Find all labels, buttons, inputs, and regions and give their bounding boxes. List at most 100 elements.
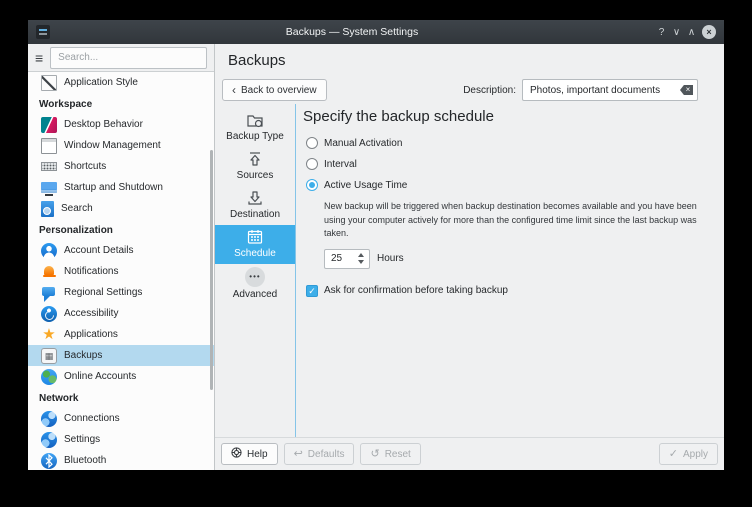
sidebar-scrollbar[interactable] [210, 150, 213, 390]
radio-icon [306, 137, 318, 149]
apply-button[interactable]: ✓ Apply [659, 443, 718, 465]
wizard-item-advanced[interactable]: ••• Advanced [215, 264, 295, 305]
sidebar-item-network-settings[interactable]: Settings [28, 429, 214, 450]
sidebar-item-label: Window Management [64, 140, 161, 151]
schedule-icon [246, 228, 264, 246]
destination-icon [246, 189, 264, 207]
radio-active-usage-time[interactable]: Active Usage Time [306, 179, 708, 191]
reset-button[interactable]: ↺ Reset [360, 443, 420, 465]
sidebar-item-accessibility[interactable]: Accessibility [28, 303, 214, 324]
wizard-item-label: Backup Type [226, 131, 284, 142]
sidebar-section-network: Network [28, 387, 214, 408]
radio-icon [306, 158, 318, 170]
help-icon [231, 447, 242, 461]
wizard-item-label: Destination [230, 209, 280, 220]
sidebar: ≡ Application Style Workspace Desktop Be… [28, 44, 215, 470]
sidebar-section-workspace: Workspace [28, 93, 214, 114]
wizard-item-label: Sources [237, 170, 274, 181]
radio-interval[interactable]: Interval [306, 158, 708, 170]
wizard-item-backup-type[interactable]: Backup Type [215, 108, 295, 147]
apply-icon: ✓ [669, 449, 678, 460]
titlebar[interactable]: Backups — System Settings ? ∨ ∧ × [28, 20, 724, 44]
sidebar-item-label: Account Details [64, 245, 133, 256]
sidebar-item-backups[interactable]: ▦ Backups [28, 345, 214, 366]
confirm-checkbox-label: Ask for confirmation before taking backu… [324, 285, 508, 296]
close-button[interactable]: × [702, 25, 716, 39]
sidebar-item-applications[interactable]: ★ Applications [28, 324, 214, 345]
toolbar: ‹ Back to overview Description: × [215, 76, 724, 104]
description-input[interactable] [522, 79, 698, 101]
sidebar-item-shortcuts[interactable]: Shortcuts [28, 156, 214, 177]
radio-label: Active Usage Time [324, 180, 407, 191]
back-to-overview-button[interactable]: ‹ Back to overview [222, 79, 327, 101]
hours-spinbox[interactable] [324, 249, 370, 269]
wizard-item-label: Advanced [233, 289, 277, 300]
backup-type-icon [246, 111, 264, 129]
sidebar-item-label: Online Accounts [64, 371, 136, 382]
wizard-item-schedule[interactable]: Schedule [215, 225, 295, 264]
sidebar-item-application-style[interactable]: Application Style [28, 72, 214, 93]
bluetooth-icon [41, 453, 57, 469]
hours-input[interactable] [325, 253, 349, 264]
sidebar-item-label: Backups [64, 350, 102, 361]
sidebar-item-search[interactable]: Search [28, 198, 214, 219]
sidebar-item-account-details[interactable]: Account Details [28, 240, 214, 261]
network-settings-icon [41, 432, 57, 448]
sidebar-item-desktop-behavior[interactable]: Desktop Behavior [28, 114, 214, 135]
wizard-nav: Backup Type Sources Destination [215, 104, 295, 437]
sidebar-item-bluetooth[interactable]: Bluetooth [28, 450, 214, 470]
accessibility-icon [41, 306, 57, 322]
regional-settings-icon [41, 285, 57, 301]
main-panel: Backups ‹ Back to overview Description: … [215, 44, 724, 470]
menu-icon[interactable]: ≡ [35, 51, 43, 65]
wizard-item-destination[interactable]: Destination [215, 186, 295, 225]
schedule-page: Specify the backup schedule Manual Activ… [296, 104, 724, 437]
help-button[interactable]: Help [221, 443, 278, 465]
advanced-icon: ••• [245, 267, 265, 287]
hours-unit-label: Hours [377, 253, 404, 264]
sidebar-item-label: Notifications [64, 266, 118, 277]
app-icon [36, 25, 50, 39]
sidebar-item-label: Application Style [64, 77, 138, 88]
radio-manual-activation[interactable]: Manual Activation [306, 137, 708, 149]
search-input[interactable] [50, 47, 207, 69]
desktop-behavior-icon [41, 117, 57, 133]
spin-down-icon[interactable] [358, 260, 364, 264]
wizard-item-sources[interactable]: Sources [215, 147, 295, 186]
reset-icon: ↺ [370, 449, 379, 460]
sidebar-item-regional-settings[interactable]: Regional Settings [28, 282, 214, 303]
spinner-arrows[interactable] [358, 253, 369, 264]
maximize-button[interactable]: ∧ [684, 27, 699, 38]
titlebar-help-button[interactable]: ? [654, 27, 669, 38]
description-label: Description: [463, 85, 522, 96]
back-chevron-icon: ‹ [232, 84, 236, 96]
account-details-icon [41, 243, 57, 259]
sidebar-item-startup-and-shutdown[interactable]: Startup and Shutdown [28, 177, 214, 198]
footer-bar: Help ↩ Defaults ↺ Reset ✓ Apply [215, 437, 724, 470]
defaults-icon: ↩ [294, 449, 303, 460]
backups-icon: ▦ [41, 348, 57, 364]
radio-icon [306, 179, 318, 191]
minimize-button[interactable]: ∨ [669, 27, 684, 38]
sidebar-item-label: Connections [64, 413, 120, 424]
apply-label: Apply [683, 449, 708, 460]
sidebar-item-label: Bluetooth [64, 455, 106, 466]
sidebar-item-label: Applications [64, 329, 118, 340]
sidebar-item-window-management[interactable]: Window Management [28, 135, 214, 156]
sources-icon [246, 150, 264, 168]
checkbox-checked-icon[interactable]: ✓ [306, 285, 318, 297]
defaults-button[interactable]: ↩ Defaults [284, 443, 355, 465]
sidebar-item-label: Search [61, 203, 93, 214]
back-to-overview-label: Back to overview [241, 85, 317, 96]
confirm-checkbox-row[interactable]: ✓ Ask for confirmation before taking bac… [306, 285, 708, 297]
help-label: Help [247, 449, 268, 460]
online-accounts-icon [41, 369, 57, 385]
window-title: Backups — System Settings [50, 26, 654, 38]
radio-label: Interval [324, 159, 357, 170]
sidebar-item-connections[interactable]: Connections [28, 408, 214, 429]
reset-label: Reset [385, 449, 411, 460]
active-usage-hint: New backup will be triggered when backup… [324, 200, 708, 241]
spin-up-icon[interactable] [358, 253, 364, 257]
sidebar-item-notifications[interactable]: Notifications [28, 261, 214, 282]
sidebar-item-online-accounts[interactable]: Online Accounts [28, 366, 214, 387]
